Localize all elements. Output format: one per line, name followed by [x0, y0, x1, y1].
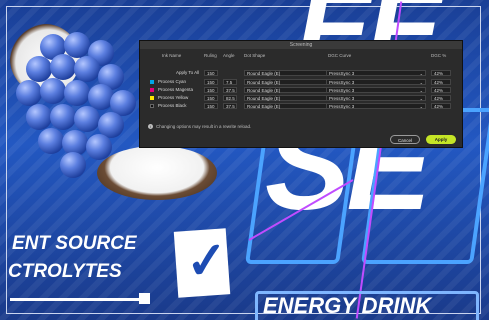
header-ruling: Ruling: [204, 53, 217, 58]
dgc-curve-select[interactable]: PressSync 3 ⌄: [326, 103, 426, 109]
ink-swatch: [150, 104, 154, 108]
dgc-curve-value: PressSync 3: [329, 104, 355, 109]
checkbox-graphic: ✓: [173, 228, 231, 298]
ink-row-yellow: Process Yellow 150 82.5 Round Eagle (E)⌄…: [146, 94, 458, 102]
header-dgc-pct: DGC %: [431, 53, 447, 58]
dot-shape-select[interactable]: Round Eagle (E)⌄: [244, 87, 336, 93]
apply-to-all-label: Apply To All: [176, 70, 200, 75]
chevron-down-icon: ⌄: [419, 104, 423, 109]
dgc-curve-select[interactable]: PressSync 3 ⌄: [326, 95, 426, 101]
dgc-curve-select[interactable]: PressSync 3 ⌄: [326, 87, 426, 93]
ruling-field[interactable]: 150: [204, 79, 218, 85]
dgc-curve-select[interactable]: PressSync 3 ⌄: [326, 70, 426, 76]
angle-field[interactable]: 7.5: [223, 79, 237, 85]
header-angle: Angle: [223, 53, 235, 58]
screening-dialog: Screening Ink Name Ruling Angle Dot Shap…: [139, 40, 463, 148]
dot-shape-select[interactable]: Round Eagle (E)⌄: [244, 103, 336, 109]
dot-shape-value: Round Eagle (E): [247, 96, 281, 101]
energy-drink-text: ENERGY DRINK: [263, 293, 432, 318]
ink-row-cyan: Process Cyan 150 7.5 Round Eagle (E)⌄ Pr…: [146, 78, 458, 86]
dgc-curve-value: PressSync 3: [329, 96, 355, 101]
header-dgc-curve: DGC Curve: [328, 53, 352, 58]
header-ink-name: Ink Name: [162, 53, 182, 58]
dgc-pct-field[interactable]: 42%: [431, 103, 451, 109]
dgc-curve-value: PressSync 3: [329, 80, 355, 85]
dot-shape-select[interactable]: Round Eagle (E)⌄: [244, 70, 336, 76]
dgc-pct-field[interactable]: 42%: [431, 95, 451, 101]
dot-shape-value: Round Eagle (E): [247, 80, 281, 85]
ink-name: Process Cyan: [158, 79, 187, 84]
ruling-field[interactable]: 150: [204, 95, 218, 101]
ruling-field[interactable]: 150: [204, 103, 218, 109]
dot-shape-value: Round Eagle (E): [247, 88, 281, 93]
dialog-title: Screening: [140, 41, 462, 49]
chevron-down-icon: ⌄: [419, 71, 423, 76]
dot-shape-select[interactable]: Round Eagle (E)⌄: [244, 79, 336, 85]
ruling-field[interactable]: 150: [204, 70, 218, 76]
dialog-note: i Changing options may result in a rewrit…: [148, 124, 251, 129]
dgc-pct-field[interactable]: 42%: [431, 70, 451, 76]
decorative-line: [10, 298, 144, 301]
angle-field[interactable]: 82.5: [223, 95, 237, 101]
cancel-button[interactable]: Cancel: [390, 135, 420, 144]
ink-row-black: Process Black 150 37.5 Round Eagle (E)⌄ …: [146, 102, 458, 110]
dot-shape-value: Round Eagle (E): [247, 104, 281, 109]
decorative-square: [139, 293, 150, 304]
ink-swatch: [150, 88, 154, 92]
promo-text-line1: ENT SOURCE: [12, 233, 137, 254]
dgc-curve-select[interactable]: PressSync 3 ⌄: [326, 79, 426, 85]
ink-name: Process Magenta: [158, 87, 194, 92]
header-dot-shape: Dot Shape: [244, 53, 266, 58]
dot-shape-value: Round Eagle (E): [247, 71, 281, 76]
dgc-pct-field[interactable]: 42%: [431, 79, 451, 85]
blackberry-image: [10, 26, 140, 178]
apply-button[interactable]: Apply: [426, 135, 456, 144]
note-text: Changing options may result in a rewrite…: [156, 124, 252, 129]
ink-swatch: [150, 96, 154, 100]
ink-row-magenta: Process Magenta 150 37.5 Round Eagle (E)…: [146, 86, 458, 94]
ruling-field[interactable]: 150: [204, 87, 218, 93]
dgc-curve-value: PressSync 3: [329, 88, 355, 93]
ink-name: Process Yellow: [158, 95, 189, 100]
ink-swatch: [150, 80, 154, 84]
dot-shape-select[interactable]: Round Eagle (E)⌄: [244, 95, 336, 101]
ink-name: Process Black: [158, 103, 187, 108]
angle-field[interactable]: 37.5: [223, 103, 237, 109]
checkmark-icon: ✓: [183, 231, 230, 291]
angle-field[interactable]: 37.5: [223, 87, 237, 93]
info-icon: i: [148, 124, 153, 129]
apply-to-all-row: Apply To All 150 Round Eagle (E)⌄ PressS…: [146, 69, 458, 77]
promo-text-line2: CTROLYTES: [8, 261, 122, 282]
dgc-curve-value: PressSync 3: [329, 71, 355, 76]
dgc-pct-field[interactable]: 42%: [431, 87, 451, 93]
